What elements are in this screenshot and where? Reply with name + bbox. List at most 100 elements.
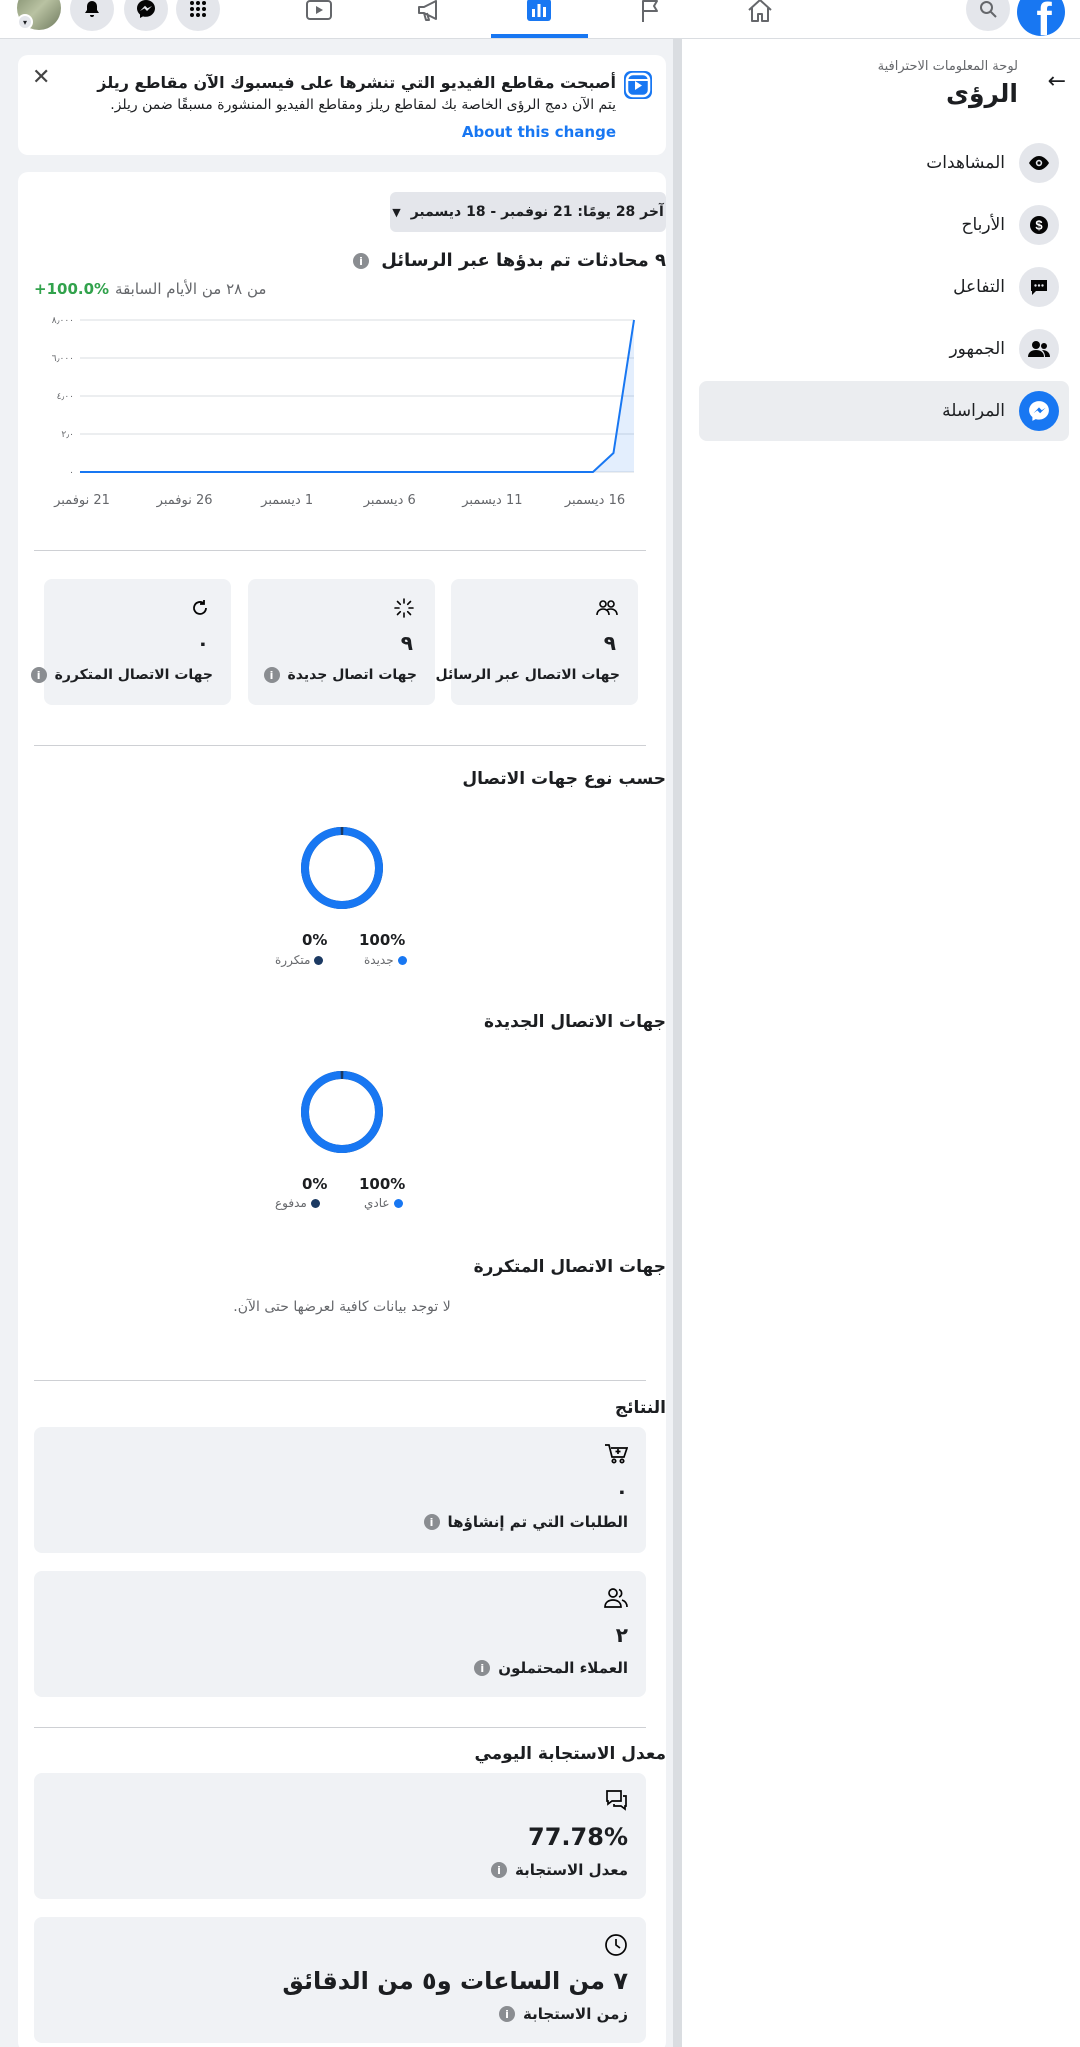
insights-sidebar: ← لوحة المعلومات الاحترافية الرؤى المشاه… xyxy=(681,39,1080,2047)
sidebar-item-earnings[interactable]: الأرباح $ xyxy=(699,195,1069,255)
notifications-icon[interactable] xyxy=(70,0,114,31)
x-tick-label: 1 ديسمبر xyxy=(260,493,313,508)
sidebar-subtitle: لوحة المعلومات الاحترافية xyxy=(877,59,1018,74)
leads-label-text: العملاء المحتملون xyxy=(498,1659,628,1677)
info-icon[interactable]: i xyxy=(474,1660,491,1676)
apps-grid-icon[interactable] xyxy=(176,0,220,31)
reels-notice-banner: ✕ أصبحت مقاطع الفيديو التي تنشرها على في… xyxy=(18,55,666,155)
banner-body: يتم الآن دمج الرؤى الخاصة بك لمقاطع ريلز… xyxy=(110,97,616,113)
orders-box: ٠ الطلبات التي تم إنشاؤها i xyxy=(34,1427,646,1553)
account-menu-chevron-icon[interactable]: ▾ xyxy=(17,14,33,30)
percent-change: +100.0% xyxy=(34,280,110,298)
reels-icon xyxy=(624,71,652,99)
stat-value: ٠ xyxy=(196,631,209,655)
by-contact-type-title: حسب نوع جهات الاتصال xyxy=(462,769,666,789)
flag-icon[interactable] xyxy=(634,0,668,28)
empty-state-text: لا توجد بيانات كافية لعرضها حتى الآن. xyxy=(233,1299,451,1315)
info-icon[interactable]: i xyxy=(499,2006,515,2022)
response-time-box: ٧ من الساعات و٥ من الدقائق زمن الاستجابة… xyxy=(34,1917,646,2043)
people-icon xyxy=(604,1587,628,1611)
leads-box: ٢ العملاء المحتملون i xyxy=(34,1571,646,1697)
banner-title: أصبحت مقاطع الفيديو التي تنشرها على فيسب… xyxy=(97,73,616,92)
messenger-icon xyxy=(1019,391,1059,431)
about-this-change-link[interactable]: About this change xyxy=(462,123,616,141)
video-icon[interactable] xyxy=(302,0,336,28)
x-tick-label: 6 ديسمبر xyxy=(363,493,416,508)
info-icon[interactable]: i xyxy=(490,1862,507,1878)
sidebar-item-engagement[interactable]: التفاعل xyxy=(699,257,1069,317)
legend-dot xyxy=(314,955,324,965)
sidebar-item-label: المشاهدات xyxy=(926,153,1005,173)
panel-divider xyxy=(673,39,681,2047)
sidebar-item-label: المراسلة xyxy=(942,401,1005,421)
insights-icon[interactable] xyxy=(522,0,556,28)
stat-label-text: جهات اتصال جديدة xyxy=(287,667,417,683)
legend-dot xyxy=(397,955,407,965)
divider xyxy=(34,1727,646,1728)
stat-label-text: جهات الاتصال المتكررة xyxy=(54,667,213,683)
stat-label: جهات اتصال جديدة i xyxy=(263,667,417,683)
returning-pct: 0% xyxy=(302,931,328,949)
legend-dot xyxy=(393,1198,403,1208)
response-time-label: زمن الاستجابة i xyxy=(499,2005,628,2023)
legend-returning: متكررة xyxy=(275,953,324,967)
response-time-label-text: زمن الاستجابة xyxy=(523,2005,628,2023)
messenger-icon[interactable] xyxy=(124,0,168,31)
leads-label: العملاء المحتملون i xyxy=(474,1659,628,1677)
date-range-label: آخر 28 يومًا: 21 نوفمبر - 18 ديسمبر xyxy=(410,204,664,220)
sidebar-item-audience[interactable]: الجمهور xyxy=(699,319,1069,379)
y-tick-label: ٨٫٠٠٠ xyxy=(52,316,74,326)
facebook-logo[interactable]: f xyxy=(1017,0,1065,36)
response-rate-label-text: معدل الاستجابة xyxy=(514,1861,628,1879)
home-icon[interactable] xyxy=(743,0,777,28)
sidebar-item-views[interactable]: المشاهدات xyxy=(699,133,1069,193)
info-icon[interactable]: i xyxy=(423,1514,440,1530)
comparison-label: من ٢٨ من الأيام السابقة xyxy=(115,280,267,298)
info-icon[interactable]: i xyxy=(30,667,47,683)
dollar-icon: $ xyxy=(1019,205,1059,245)
x-tick-label: 26 نوفمبر xyxy=(156,493,213,508)
back-arrow-icon[interactable]: ← xyxy=(1048,69,1066,94)
legend-dot xyxy=(310,1198,320,1208)
sidebar-title: الرؤى xyxy=(946,79,1018,108)
legend-paid: مدفوع xyxy=(275,1196,320,1210)
sparkle-icon xyxy=(393,597,415,619)
stat-label-text: جهات الاتصال عبر الرسائل xyxy=(435,667,621,683)
people-icon xyxy=(1019,329,1059,369)
refresh-icon xyxy=(189,597,211,619)
results-title: النتائج xyxy=(614,1398,666,1418)
info-icon[interactable]: i xyxy=(263,667,280,683)
organic-pct: 100% xyxy=(359,1175,406,1193)
response-rate-box: 77.78% معدل الاستجابة i xyxy=(34,1773,646,1899)
conversations-line-chart: ٨٫٠٠٠ ٦٫٠٠٠ ٤٫٠٠ ٢٫٠ ٠ 21 نوفمبر 26 نوفمبر 1 دي… xyxy=(52,316,635,508)
x-tick-label: 16 ديسمبر xyxy=(564,493,625,508)
stat-new-contacts: ٩ جهات اتصال جديدة i xyxy=(248,579,435,705)
conversations-started-title: ٩ محادثات تم بدؤها عبر الرسائل i xyxy=(352,250,666,271)
y-tick-label: ٢٫٠ xyxy=(61,430,74,440)
divider xyxy=(34,1380,646,1381)
orders-value: ٠ xyxy=(615,1479,628,1503)
returning-contacts-title: جهات الاتصال المتكررة xyxy=(473,1257,666,1277)
y-tick-label: ٤٫٠٠ xyxy=(57,392,74,402)
sidebar-item-messaging[interactable]: المراسلة xyxy=(699,381,1069,441)
legend-organic: عادي xyxy=(364,1196,403,1210)
legend-label: مدفوع xyxy=(275,1196,307,1210)
x-tick-label: 11 ديسمبر xyxy=(461,493,522,508)
orders-label-text: الطلبات التي تم إنشاؤها xyxy=(447,1513,629,1531)
chevron-down-icon: ▼ xyxy=(392,205,401,219)
chat-bubbles-icon xyxy=(604,1789,628,1813)
comparison-row: +100.0% من ٢٨ من الأيام السابقة xyxy=(34,280,266,298)
svg-text:$: $ xyxy=(1035,218,1043,233)
sidebar-item-label: التفاعل xyxy=(953,277,1005,297)
close-icon[interactable]: ✕ xyxy=(32,65,50,90)
date-range-dropdown[interactable]: آخر 28 يومًا: 21 نوفمبر - 18 ديسمبر ▼ xyxy=(390,192,666,232)
search-icon[interactable] xyxy=(966,0,1010,31)
donut-slice-primary xyxy=(301,827,383,909)
megaphone-icon[interactable] xyxy=(412,0,446,28)
divider xyxy=(34,550,646,551)
info-icon[interactable]: i xyxy=(352,253,369,269)
x-tick-label: 21 نوفمبر xyxy=(53,493,110,508)
clock-icon xyxy=(604,1933,628,1957)
comment-icon xyxy=(1019,267,1059,307)
leads-value: ٢ xyxy=(615,1623,628,1647)
